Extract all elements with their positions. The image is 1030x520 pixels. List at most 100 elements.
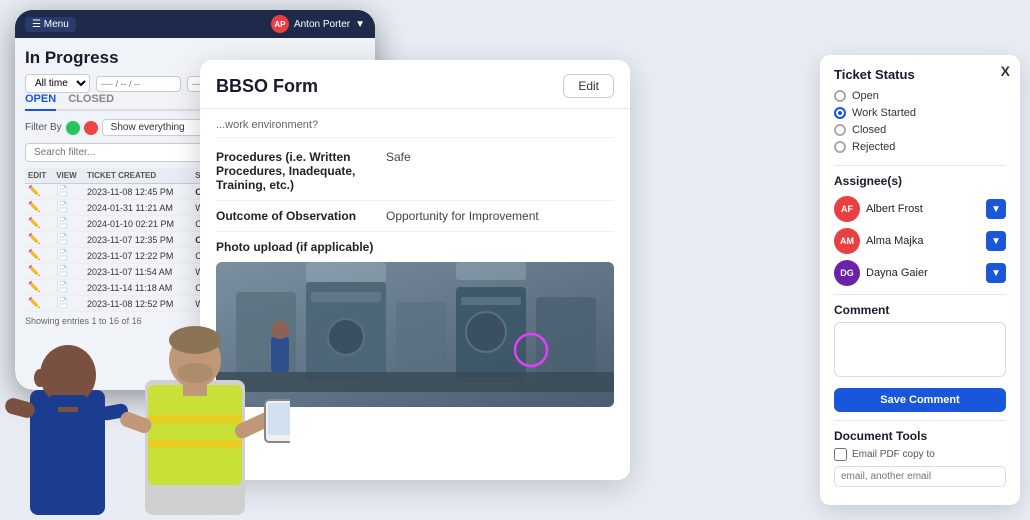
edit-cell[interactable]: ✏️ (25, 296, 53, 312)
view-cell[interactable]: 📄 (53, 248, 84, 264)
top-bar: ☰ Menu AP Anton Porter ▼ (15, 10, 375, 38)
assignee-name: Albert Frost (866, 203, 923, 215)
assignee-item: DG Dayna Gaier ▼ (834, 260, 1006, 286)
edit-cell[interactable]: ✏️ (25, 248, 53, 264)
bbso-header: BBSO Form Edit (200, 60, 630, 109)
assignee-left: DG Dayna Gaier (834, 260, 928, 286)
comment-label: Comment (834, 303, 1006, 317)
radio-label: Rejected (852, 141, 895, 153)
save-comment-button[interactable]: Save Comment (834, 388, 1006, 412)
assignee-name: Alma Majka (866, 235, 923, 247)
view-cell[interactable]: 📄 (53, 264, 84, 280)
view-cell[interactable]: 📄 (53, 200, 84, 216)
date-from-input[interactable] (96, 76, 181, 92)
assignee-expand-button[interactable]: ▼ (986, 231, 1006, 251)
tab-open[interactable]: OPEN (25, 93, 56, 111)
bbso-label-outcome: Outcome of Observation (216, 209, 386, 223)
comment-textarea[interactable] (834, 322, 1006, 377)
email-check-row: Email PDF copy to (834, 448, 1006, 461)
radio-label: Closed (852, 124, 886, 136)
bbso-body: ...work environment? Procedures (i.e. Wr… (200, 109, 630, 473)
radio-item[interactable]: Closed (834, 124, 1006, 136)
assignee-name: Dayna Gaier (866, 267, 928, 279)
tab-closed[interactable]: CLOSED (68, 93, 114, 109)
view-cell[interactable]: 📄 (53, 216, 84, 232)
filter-btn-red[interactable] (84, 121, 98, 135)
view-cell[interactable]: 📄 (53, 296, 84, 312)
ticket-created-cell: 2023-11-14 11:18 AM (84, 280, 192, 296)
filter-label: Filter By (25, 122, 62, 133)
ticket-created-cell: 2023-11-07 12:35 PM (84, 232, 192, 248)
assignee-left: AM Alma Majka (834, 228, 923, 254)
assignee-expand-button[interactable]: ▼ (986, 263, 1006, 283)
radio-item[interactable]: Work Started (834, 107, 1006, 119)
menu-button[interactable]: ☰ Menu (25, 17, 76, 32)
ticket-created-cell: 2024-01-31 11:21 AM (84, 200, 192, 216)
radio-circle (834, 90, 846, 102)
assignee-avatar: AF (834, 196, 860, 222)
edit-cell[interactable]: ✏️ (25, 280, 53, 296)
ticket-panel: X Ticket Status Open Work Started Closed… (820, 55, 1020, 505)
ticket-status-title: Ticket Status (834, 67, 1006, 82)
view-cell[interactable]: 📄 (53, 232, 84, 248)
edit-cell[interactable]: ✏️ (25, 184, 53, 200)
edit-cell[interactable]: ✏️ (25, 232, 53, 248)
radio-group: Open Work Started Closed Rejected (834, 90, 1006, 153)
assignee-expand-button[interactable]: ▼ (986, 199, 1006, 219)
assignee-left: AF Albert Frost (834, 196, 923, 222)
bbso-row-outcome: Outcome of Observation Opportunity for I… (216, 201, 614, 232)
ticket-created-cell: 2023-11-07 11:54 AM (84, 264, 192, 280)
radio-circle (834, 107, 846, 119)
assignee-avatar: AM (834, 228, 860, 254)
edit-cell[interactable]: ✏️ (25, 216, 53, 232)
divider3 (834, 420, 1006, 421)
radio-item[interactable]: Open (834, 90, 1006, 102)
ticket-created-cell: 2023-11-07 12:22 PM (84, 248, 192, 264)
radio-label: Work Started (852, 107, 916, 119)
radio-circle (834, 124, 846, 136)
bbso-value-outcome: Opportunity for Improvement (386, 209, 614, 223)
divider (834, 165, 1006, 166)
radio-circle (834, 141, 846, 153)
photo-section: Photo upload (if applicable) (216, 232, 614, 415)
assignee-item: AF Albert Frost ▼ (834, 196, 1006, 222)
bbso-value-procedures: Safe (386, 150, 614, 164)
ticket-created-cell: 2024-01-10 02:21 PM (84, 216, 192, 232)
filter-btn-green[interactable] (66, 121, 80, 135)
close-button[interactable]: X (1001, 63, 1010, 79)
assignee-avatar: DG (834, 260, 860, 286)
photo-label: Photo upload (if applicable) (216, 240, 614, 254)
col-view: VIEW (53, 168, 84, 184)
email-input[interactable] (834, 466, 1006, 487)
ticket-created-cell: 2023-11-08 12:52 PM (84, 296, 192, 312)
user-name: Anton Porter (294, 19, 350, 30)
bbso-title: BBSO Form (216, 76, 318, 97)
col-edit: EDIT (25, 168, 53, 184)
user-info: AP Anton Porter ▼ (271, 15, 365, 33)
doc-tools-label: Document Tools (834, 429, 1006, 443)
date-select[interactable]: All time (25, 74, 90, 93)
ticket-created-cell: 2023-11-08 12:45 PM (84, 184, 192, 200)
col-created: TICKET CREATED (84, 168, 192, 184)
view-cell[interactable]: 📄 (53, 280, 84, 296)
bbso-panel: BBSO Form Edit ...work environment? Proc… (200, 60, 630, 480)
assignees-container: AF Albert Frost ▼ AM Alma Majka ▼ DG Day… (834, 196, 1006, 286)
email-check-label: Email PDF copy to (852, 449, 935, 460)
bbso-partial-text: ...work environment? (216, 119, 614, 138)
user-avatar: AP (271, 15, 289, 33)
assignees-label: Assignee(s) (834, 174, 1006, 188)
bbso-label-procedures: Procedures (i.e. Written Procedures, Ina… (216, 150, 386, 192)
radio-label: Open (852, 90, 879, 102)
assignee-item: AM Alma Majka ▼ (834, 228, 1006, 254)
photo-placeholder (216, 262, 614, 407)
radio-item[interactable]: Rejected (834, 141, 1006, 153)
factory-svg (216, 262, 614, 407)
bbso-row-procedures: Procedures (i.e. Written Procedures, Ina… (216, 142, 614, 201)
divider2 (834, 294, 1006, 295)
view-cell[interactable]: 📄 (53, 184, 84, 200)
email-checkbox[interactable] (834, 448, 847, 461)
edit-cell[interactable]: ✏️ (25, 200, 53, 216)
dropdown-icon[interactable]: ▼ (355, 19, 365, 30)
edit-cell[interactable]: ✏️ (25, 264, 53, 280)
edit-button[interactable]: Edit (563, 74, 614, 98)
